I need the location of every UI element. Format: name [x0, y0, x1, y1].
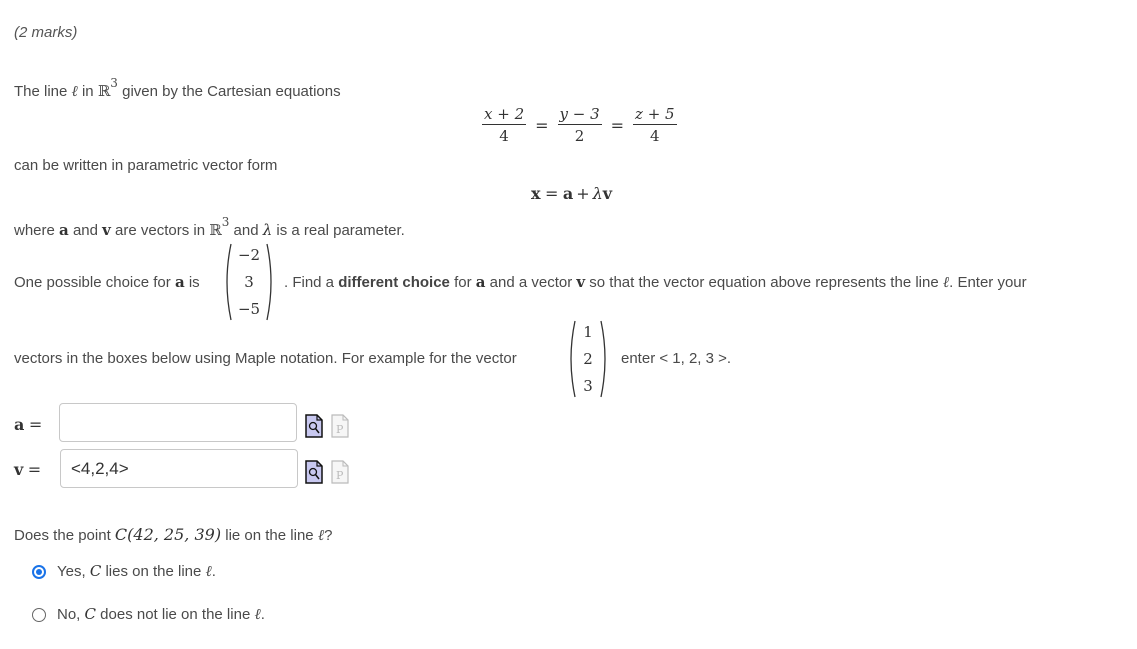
answer-a-input[interactable]	[59, 403, 297, 442]
vector-a: a	[14, 415, 25, 434]
text: and	[72, 222, 98, 239]
lambda-symbol: λ	[592, 184, 603, 203]
dimension-superscript: 3	[221, 215, 230, 229]
vector-a: a	[562, 184, 574, 203]
equals-sign: =	[610, 115, 625, 135]
vector-entry: 3	[583, 377, 593, 395]
option-yes-label[interactable]: Yes, C lies on the line ℓ.	[57, 562, 216, 581]
vector-a: a	[59, 221, 69, 239]
equals-sign: =	[28, 415, 43, 434]
text: .	[211, 563, 216, 580]
fraction-denominator: 2	[574, 127, 585, 145]
syntax-help-icon[interactable]: P	[331, 414, 349, 438]
vector-a: a	[475, 273, 486, 291]
choice-text-part1: One possible choice for a is	[14, 273, 200, 291]
point-c: C	[89, 562, 102, 580]
parametric-equation: x = a + λv	[531, 184, 612, 204]
column-vector-example: 1 2 3	[566, 320, 610, 398]
text: does not lie on the line	[100, 606, 251, 623]
parametric-intro: can be written in parametric vector form	[14, 157, 278, 174]
vector-v: v	[102, 221, 111, 239]
fraction-numerator: y − 3	[557, 105, 602, 125]
question-text: Does the point C(42, 25, 39) lie on the …	[14, 525, 332, 545]
text: Yes,	[57, 563, 86, 580]
fraction-numerator: x + 2	[482, 105, 527, 125]
svg-text:P: P	[336, 469, 344, 482]
text: Does the point	[14, 527, 111, 544]
point-c: C	[84, 605, 96, 623]
where-text: where a and v are vectors in ℝ3 and λ is…	[14, 215, 405, 239]
point-c: C(42, 25, 39)	[114, 525, 222, 544]
text: lie on the line	[225, 527, 314, 544]
text: . Enter your	[949, 274, 1027, 291]
example-hint: enter < 1, 2, 3 >.	[621, 350, 732, 367]
vector-entry: −5	[237, 300, 261, 318]
text: ?	[324, 527, 333, 544]
text: No,	[57, 606, 81, 623]
svg-text:P: P	[336, 423, 344, 436]
fraction-denominator: 4	[499, 127, 509, 145]
ell-symbol: ℓ	[71, 82, 78, 100]
text: and a vector	[489, 274, 573, 291]
example-text: vectors in the boxes below using Maple n…	[14, 350, 517, 367]
cartesian-equations: x + 2 4 = y − 3 2 = z + 5 4	[478, 106, 681, 144]
vector-a: a	[174, 273, 185, 291]
intro-part1: The line	[14, 83, 68, 100]
preview-icon[interactable]	[305, 414, 323, 438]
intro-text: The line ℓ in ℝ3 given by the Cartesian …	[14, 76, 341, 101]
fraction-x: x + 2 4	[482, 105, 527, 145]
text: . Find a	[284, 274, 335, 291]
fraction-z: z + 5 4	[633, 106, 677, 144]
text: are vectors in	[115, 222, 206, 239]
emphasis-text: different choice	[338, 274, 450, 291]
option-no-label[interactable]: No, C does not lie on the line ℓ.	[57, 605, 265, 624]
vector-entry: 2	[583, 350, 593, 368]
equals-sign: =	[27, 460, 42, 479]
equals-sign: =	[545, 184, 559, 203]
text: so that the vector equation above repres…	[589, 274, 939, 291]
marks-label: (2 marks)	[14, 24, 78, 41]
text: One possible choice for	[14, 274, 171, 291]
fraction-y: y − 3 2	[557, 105, 602, 145]
dimension-superscript: 3	[110, 76, 118, 90]
vector-x: x	[531, 184, 541, 203]
text: for	[454, 274, 472, 291]
plus-sign: +	[576, 184, 590, 203]
left-paren	[222, 243, 232, 321]
text: lies on the line	[105, 563, 202, 580]
real-space-symbol: ℝ	[97, 82, 111, 100]
radio-no[interactable]	[32, 608, 46, 622]
radio-yes[interactable]	[32, 565, 46, 579]
right-paren	[600, 320, 610, 398]
lambda-symbol: λ	[262, 221, 273, 239]
fraction-numerator: z + 5	[633, 105, 677, 125]
text: is	[188, 274, 200, 291]
label-v: v =	[14, 460, 41, 480]
text: is a real parameter.	[276, 222, 405, 239]
preview-icon[interactable]	[305, 460, 323, 484]
vector-entry: 1	[583, 323, 593, 341]
fraction-denominator: 4	[650, 127, 660, 145]
text: and	[233, 222, 259, 239]
real-space-symbol: ℝ	[209, 221, 222, 239]
vector-v: v	[14, 460, 24, 479]
vector-entry: 3	[244, 273, 254, 291]
intro-part2: in	[81, 83, 94, 100]
right-paren	[266, 243, 276, 321]
answer-v-input[interactable]: <4,2,4>	[60, 449, 298, 488]
vector-entry: −2	[237, 246, 261, 264]
left-paren	[566, 320, 576, 398]
vector-v: v	[602, 184, 613, 203]
intro-part3: given by the Cartesian equations	[122, 83, 341, 100]
column-vector-a: −2 3 −5	[222, 243, 276, 321]
equals-sign: =	[535, 115, 549, 135]
text: .	[260, 606, 265, 623]
syntax-help-icon[interactable]: P	[331, 460, 349, 484]
text: where	[14, 222, 55, 239]
choice-text-part2: . Find a different choice for a and a ve…	[284, 273, 1027, 292]
vector-v: v	[576, 273, 586, 291]
label-a: a =	[14, 415, 42, 435]
